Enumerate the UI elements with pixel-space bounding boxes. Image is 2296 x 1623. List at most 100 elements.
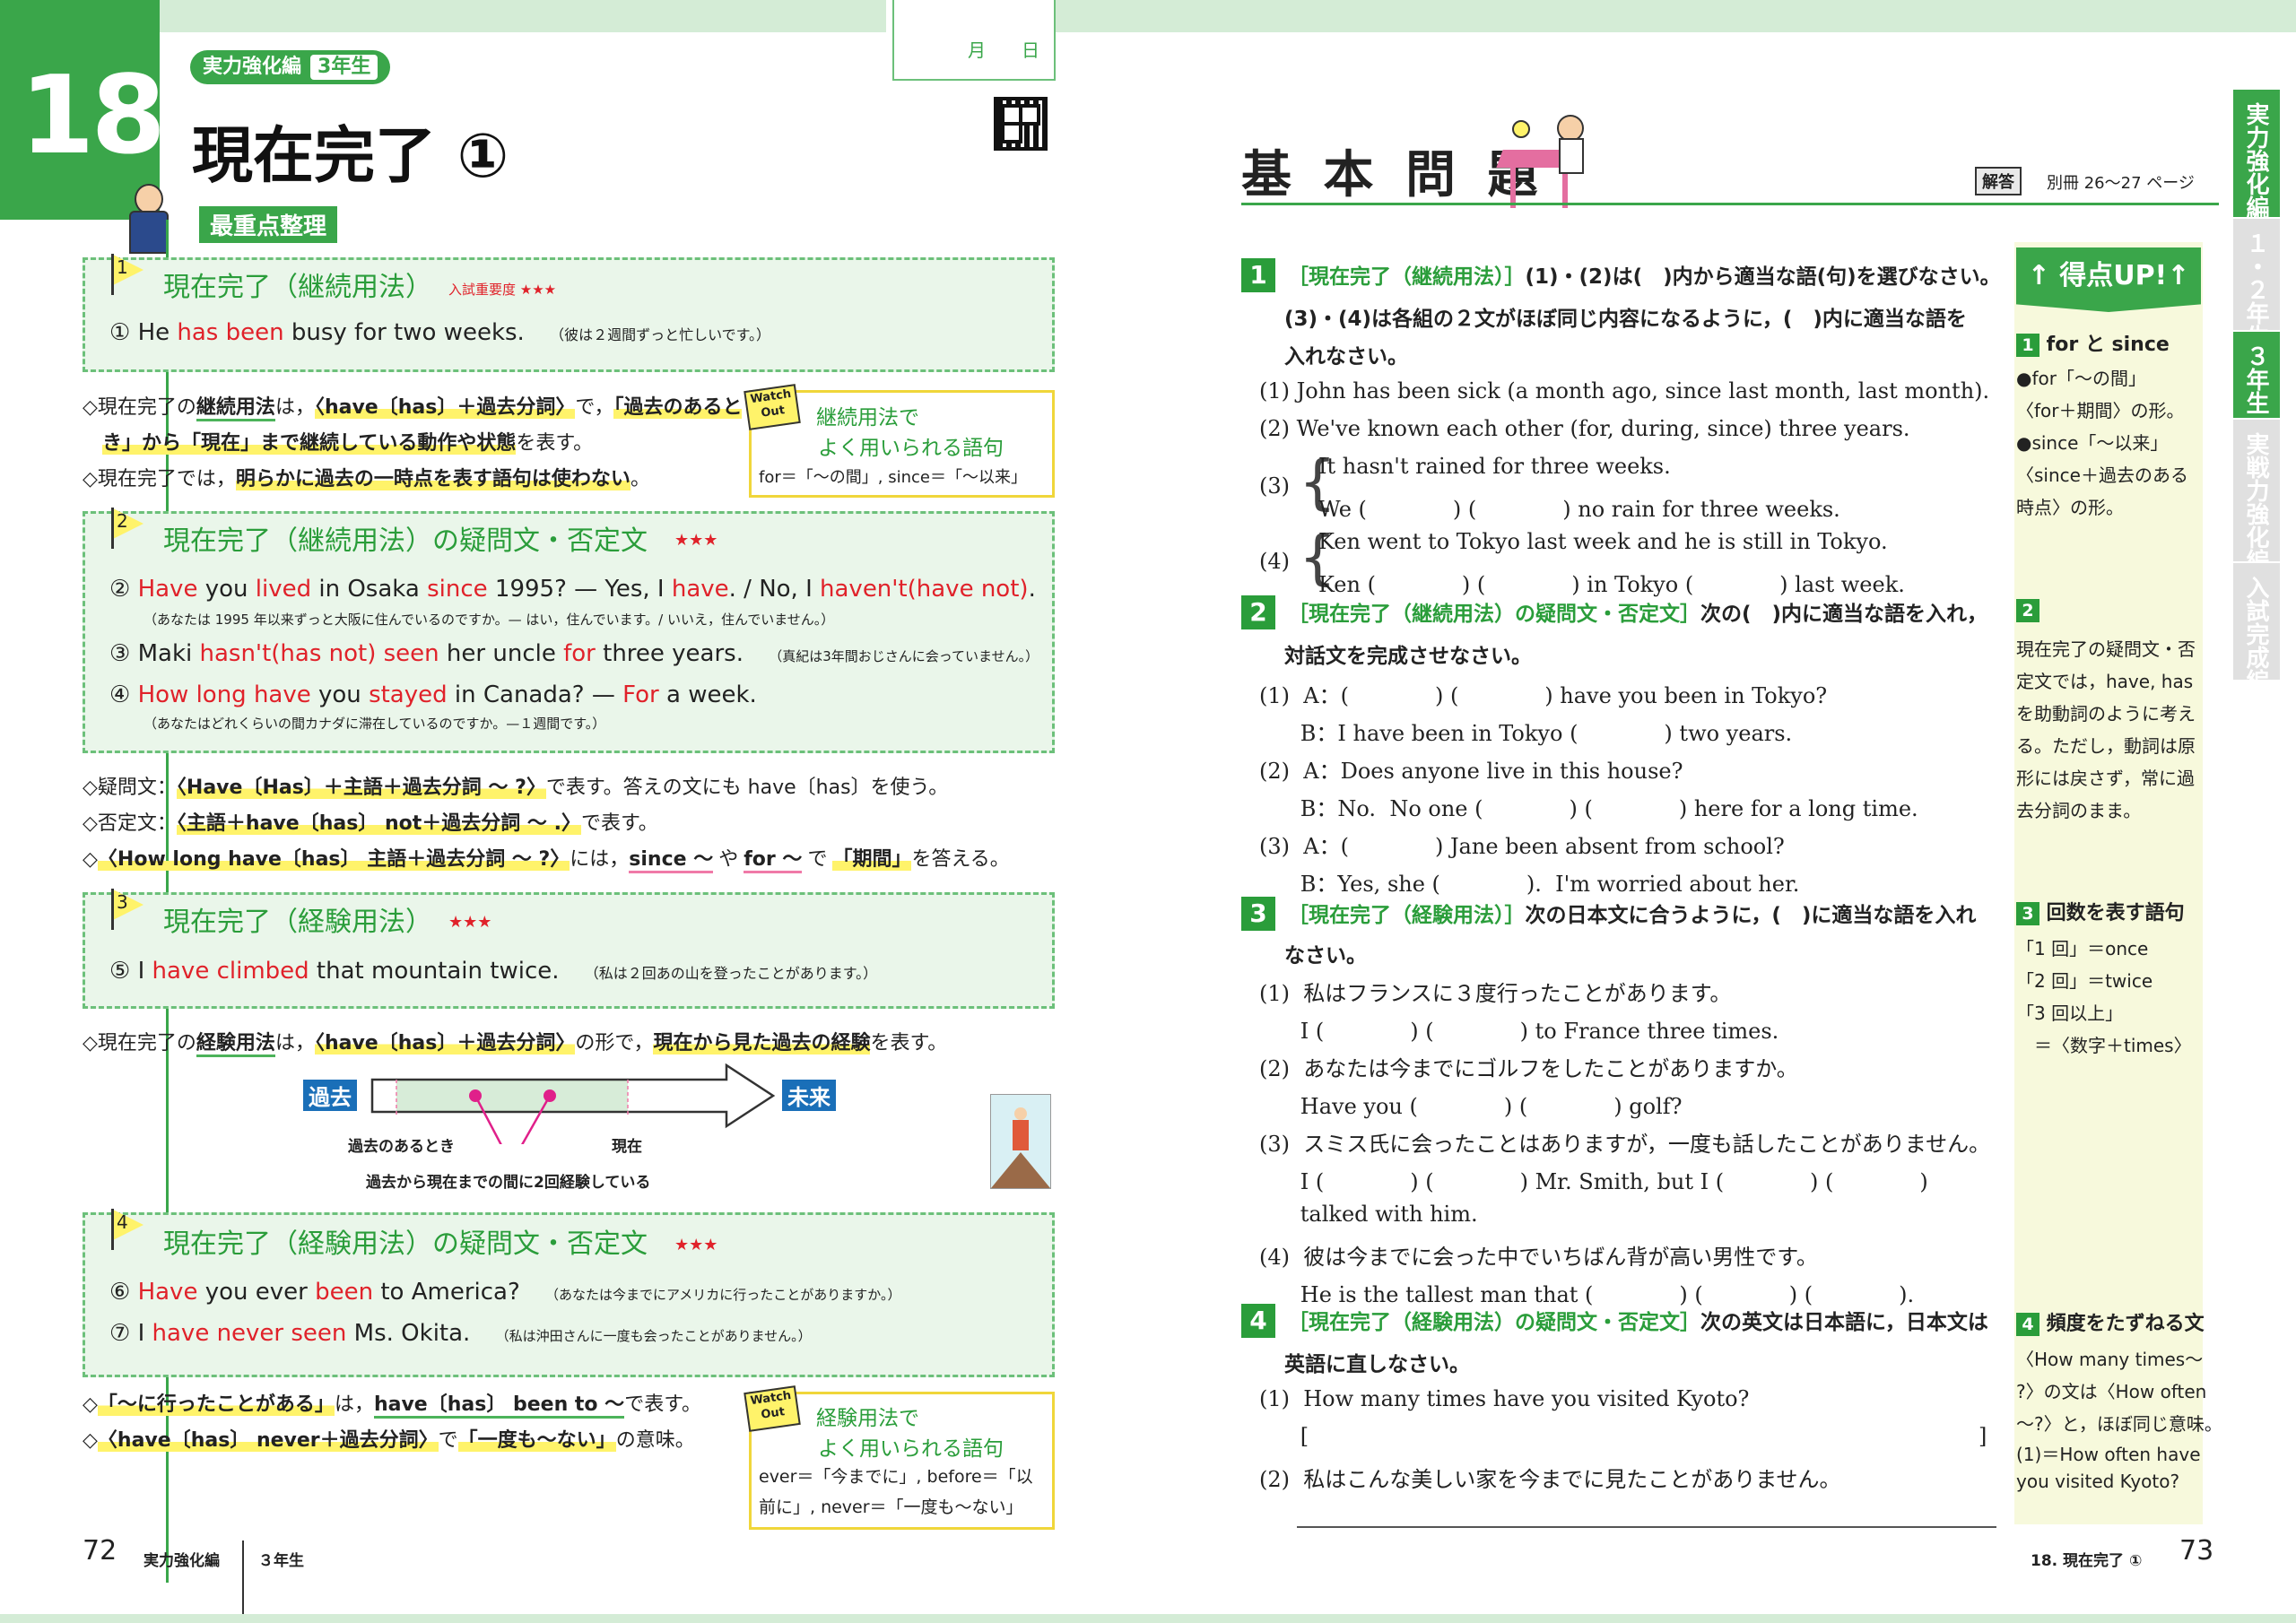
- side1-l3: 〈since＋過去のある: [2016, 464, 2188, 486]
- point3-title: 現在完了（経験用法）: [163, 907, 432, 938]
- side1-l0: ●for「～の間」: [2016, 368, 2146, 389]
- ex3-t0: Maki: [137, 640, 200, 667]
- ex5-t2: that mountain twice.: [309, 958, 560, 985]
- example-5: ⑤ I have climbed that mountain twice. （私…: [109, 958, 877, 985]
- q2-num: 2: [1241, 595, 1275, 629]
- side3-l1: 「2 回」＝twice: [2016, 970, 2153, 992]
- q4-num: 4: [1241, 1304, 1275, 1338]
- timeline-past-caption: 過去のあるとき: [348, 1138, 455, 1156]
- notes2-line2: ◇否定文：〈主語＋have〔has〕 not＋過去分詞 ～ .〉で表す。: [83, 807, 658, 836]
- n4-d: have〔has〕 been to ～: [373, 1393, 625, 1419]
- q2-line1: B：I have been in Tokyo ( ) two years.: [1259, 721, 1793, 746]
- ex6-t1: you ever: [197, 1279, 316, 1306]
- tab-jissen-label: 実戦力強化編: [2242, 432, 2269, 572]
- n2-k: や: [718, 848, 739, 871]
- q3-num: 3: [1241, 897, 1275, 931]
- q1-item3a: It hasn't rained for three weeks.: [1318, 454, 1671, 479]
- right-page-number: 73: [2179, 1535, 2214, 1567]
- n2-e: 〈主語＋have〔has〕 not＋過去分詞 ～ .〉: [176, 812, 581, 835]
- lesson-number: 18: [20, 54, 166, 178]
- q3-line6: talked with him.: [1259, 1202, 1478, 1227]
- ex2-t2: lived: [255, 576, 312, 603]
- bottom-band: [0, 1614, 2296, 1623]
- q1-item4b: Ken ( ) ( ) in Tokyo ( ) last week.: [1318, 572, 1905, 597]
- ex5-t0: I: [137, 958, 152, 985]
- watch1-tag-b: Out: [760, 404, 786, 421]
- timeline-caption: 過去から現在までの間に2回経験している: [366, 1174, 651, 1192]
- side2-l1: 定文では，have, has: [2016, 671, 2194, 692]
- n1-d: 〈have〔has〕＋過去分詞〉: [314, 396, 576, 419]
- n2-j: since ～: [629, 848, 714, 873]
- header-rule: [1241, 203, 2219, 205]
- q4-header: 4 ［現在完了（経験用法）の疑問文・否定文］次の英文は日本語に，日本文は: [1241, 1304, 1988, 1338]
- example-7: ⑦ I have never seen Ms. Okita. （私は沖田さんに一…: [109, 1320, 812, 1347]
- side3-l3: ＝〈数字＋times〉: [2016, 1035, 2192, 1056]
- side1-head: 1 for と since: [2016, 328, 2170, 357]
- ex5-t1: have climbed: [152, 958, 309, 985]
- q3-line0: (1) 私はフランスに３度行ったことがあります。: [1259, 981, 1732, 1006]
- n4-g: 〈have〔has〕 never＋過去分詞〉: [97, 1429, 439, 1452]
- tab-jitsuryoku-label: 実力強化編: [2242, 102, 2269, 219]
- q4-bracket-close: ]: [1979, 1424, 1987, 1449]
- ex4-t1: you: [310, 681, 370, 708]
- point3-flag-icon: 3: [111, 889, 147, 930]
- n3-b: 経験用法: [196, 1032, 275, 1057]
- ex3-t4: her uncle: [439, 640, 564, 667]
- q2-line0: (1) A：( ) ( ) have you been in Tokyo?: [1259, 683, 1828, 708]
- ex7-t2: Ms. Okita.: [346, 1320, 471, 1347]
- ex2-t4: since: [427, 576, 488, 603]
- ex6-circ: ⑥: [109, 1279, 131, 1306]
- left-footer-book: 実力強化編: [144, 1552, 220, 1570]
- example-2-jp: （あなたは 1995 年以来ずっと大阪に住んでいるのですか。— はい，住んでいま…: [144, 612, 835, 628]
- q3-line7: (4) 彼は今までに会った中でいちばん背が高い男性です。: [1259, 1245, 1818, 1270]
- timeline-now-caption: 現在: [612, 1138, 642, 1156]
- ex3-t6: three years.: [595, 640, 744, 667]
- ex2-t5: 1995? — Yes, I: [487, 576, 672, 603]
- point1-title: 現在完了（継続用法）: [163, 272, 432, 303]
- point1-importance: 入試重要度 ★★★: [448, 282, 557, 298]
- side1-l2: ●since「～以来」: [2016, 432, 2169, 454]
- q1-item3-num: (3): [1259, 473, 1290, 499]
- mountain-climber-illustration: [990, 1094, 1051, 1189]
- ex7-circ: ⑦: [109, 1320, 131, 1347]
- q3-line2: (2) あなたは今までにゴルフをしたことがありますか。: [1259, 1056, 1798, 1081]
- watch-out-tag-1: Watch Out: [744, 384, 801, 430]
- notes3-line1: ◇現在完了の経験用法は，〈have〔has〕＋過去分詞〉の形で，現在から見た過去…: [83, 1027, 947, 1057]
- q3-tag: ［現在完了（経験用法）］: [1288, 904, 1526, 927]
- side4-l3: (1)＝How often have: [2016, 1444, 2201, 1465]
- n2-m: で: [807, 848, 828, 871]
- ex2-t10: .: [1028, 576, 1036, 603]
- ex2-t6: have: [671, 576, 729, 603]
- n3-d: 〈have〔has〕＋過去分詞〉: [314, 1032, 576, 1055]
- ex3-t5: for: [563, 640, 596, 667]
- q1-item2: (2) We've known each other (for, during,…: [1259, 416, 1910, 441]
- side1-l1: 〈for＋期間〉の形。: [2016, 400, 2185, 421]
- grade-label: 3年生: [310, 55, 378, 80]
- date-month: 月: [968, 39, 986, 61]
- n1-g: き」から: [102, 432, 182, 455]
- n1-f: 「過去のあると: [613, 396, 743, 419]
- side2-l4: 形には戻さず，常に過: [2016, 768, 2195, 789]
- q4-line1: [: [1259, 1424, 1309, 1449]
- q2-line3: B：No. No one ( ) ( ) here for a long tim…: [1259, 796, 1918, 821]
- ex2-circ: ②: [109, 576, 131, 603]
- notes2-line3: ◇〈How long have〔has〕 主語＋過去分詞 ～ ?〉には，sinc…: [83, 843, 1010, 873]
- timeline-past-label: 過去: [303, 1080, 357, 1111]
- date-day: 日: [1022, 39, 1039, 61]
- n4-h: で: [438, 1429, 458, 1452]
- qr-code-icon[interactable]: [994, 97, 1048, 151]
- n1-l: 明らかに過去の一時点を表す語句は使わない: [235, 468, 631, 490]
- n4-a: ◇: [83, 1393, 98, 1416]
- left-footer-grade: ３年生: [258, 1552, 304, 1570]
- category-badge: 実力強化編 3年生: [190, 50, 391, 84]
- side4-l4: you visited Kyoto?: [2016, 1471, 2180, 1492]
- q2-instr2: 対話文を完成させなさい。: [1284, 645, 1532, 668]
- q3-line5: I ( ) ( ) Mr. Smith, but I ( ) ( ): [1259, 1169, 1928, 1194]
- n1-k: ◇現在完了では，: [83, 468, 236, 490]
- side3-head: 3 回数を表す語句: [2016, 897, 2185, 925]
- n4-c: は，: [334, 1393, 374, 1416]
- notes4-line2: ◇〈have〔has〕 never＋過去分詞〉で「一度も～ない」の意味。: [83, 1424, 695, 1453]
- teacher-mascot-icon: [126, 184, 169, 254]
- q4-answer-line[interactable]: [1297, 1526, 1996, 1528]
- q1-header: 1 ［現在完了（継続用法）］(1)・(2)は( )内から適当な語(句)を選びなさ…: [1241, 258, 2001, 292]
